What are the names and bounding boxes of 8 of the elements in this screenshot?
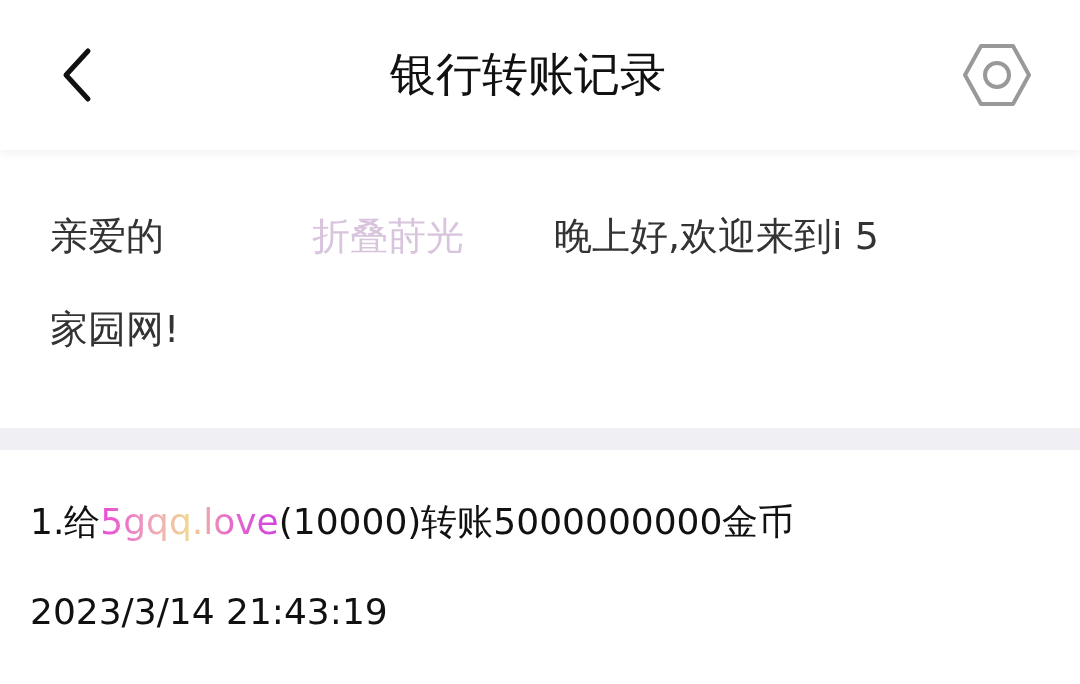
- record-text: 1.给5gqq.love(10000)转账5000000000金币: [30, 500, 796, 544]
- welcome-text: 晚上好,欢迎来到i 5: [554, 214, 879, 258]
- page-title: 银行转账记录: [390, 46, 666, 103]
- greeting-text: 亲爱的: [50, 214, 164, 258]
- username: 折叠莳光: [312, 214, 464, 258]
- settings-icon[interactable]: [962, 43, 1032, 107]
- welcome-text: 家园网!: [50, 307, 180, 351]
- record-time: 2023/3/14 21:43:19: [30, 590, 389, 634]
